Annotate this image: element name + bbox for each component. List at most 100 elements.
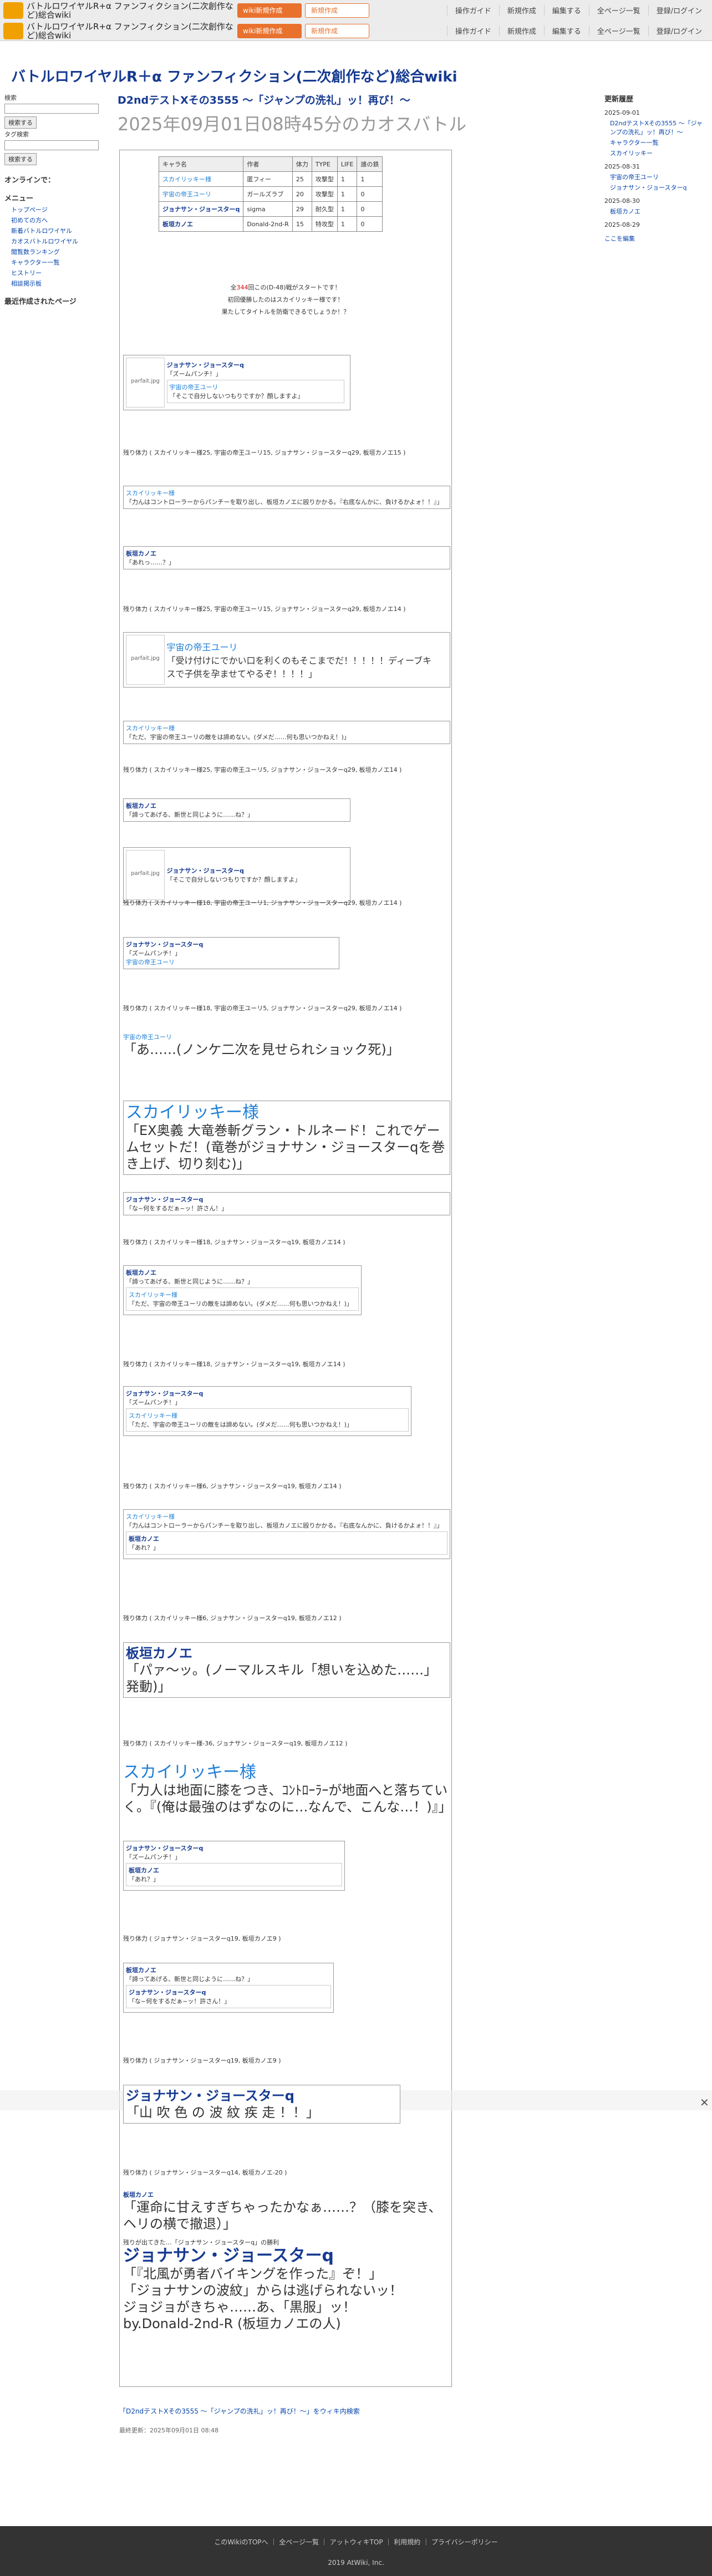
hp-line: 残り体力 ( スカイリッキー様18, ジョナサン・ジョースターq19, 板垣カノ… (123, 1239, 345, 1246)
menu-item[interactable]: 新着バトルロワイヤル (11, 226, 110, 235)
table-header: 作者 (243, 156, 293, 172)
hp-line: 残り体力 ( スカイリッキー様25, 宇宙の帝王ユーリ15, ジョナサン・ジョー… (123, 605, 406, 613)
table-cell: 1 (337, 171, 358, 187)
history-item[interactable]: スカイリッキー (610, 149, 704, 157)
table-cell: 攻撃型 (311, 171, 338, 187)
menu-item[interactable]: 相談掲示板 (11, 279, 110, 288)
site-footer: このWikiのTOPへ ｜ 全ページ一覧 ｜ アットウィキTOP ｜ 利用規約 … (0, 2526, 712, 2576)
history-item[interactable]: 宇宙の帝王ユーリ (610, 172, 704, 181)
table-cell: 攻撃型 (311, 186, 338, 202)
wiki-search-link[interactable]: 「D2ndテストXその3555 〜「ジャンプの洗礼」ッ！再び！〜」をウィキ内検索 (119, 2406, 360, 2416)
edit-link[interactable]: 編集する (543, 5, 589, 16)
death-quote: 「あ……(ノンケ二次を見せられショック死)」 (123, 1042, 400, 1057)
menu-heading: メニュー (4, 195, 34, 203)
menu-item[interactable]: 初めての方へ (11, 216, 110, 225)
table-cell[interactable]: 宇宙の帝王ユーリ (158, 186, 244, 202)
attack-box: 板垣カノエ 「あれっ……？」 (123, 546, 450, 569)
table-cell: 25 (292, 171, 312, 187)
all-pages-link[interactable]: 全ページ一覧 (588, 5, 648, 16)
table-row: スカイリッキー様 匿フィー 25 攻撃型 1 1 (158, 171, 383, 187)
search-button[interactable]: 検索する (4, 116, 37, 129)
table-header: TYPE (311, 156, 338, 172)
search-input[interactable] (4, 104, 99, 114)
tag-search-button[interactable]: 検索する (4, 153, 37, 165)
attack-box: parfait.jpg 宇宙の帝王ユーリ 「受け付けにでかい口を利くのもそこまで… (123, 632, 450, 688)
hp-line: 残り体力 ( ジョナサン・ジョースターq19, 板垣カノエ9 ) (123, 1935, 281, 1942)
last-updated: 最終更新：2025年09月01日 08:48 (119, 2427, 219, 2434)
menu-item[interactable]: ヒストリー (11, 268, 110, 277)
history-item[interactable]: ジョナサン・ジョースターq (610, 183, 704, 192)
wiki-logo-icon[interactable] (3, 2, 23, 19)
tag-search-input[interactable] (4, 140, 99, 150)
table-row: 板垣カノエ Donald-2nd-R 15 特攻型 1 0 (158, 216, 383, 232)
table-cell: 1 (357, 171, 383, 187)
history-item[interactable]: キャラクター一覧 (610, 138, 704, 147)
table-header: LIFE (337, 156, 358, 172)
menu-item[interactable]: 閲覧数ランキング (11, 247, 110, 256)
new-page-button[interactable]: 新規作成 (305, 3, 369, 18)
death-notice: 宇宙の帝王ユーリ 「あ……(ノンケ二次を見せられショック死)」 (123, 1032, 450, 1058)
edit-history-link[interactable]: ここを編集 (604, 234, 704, 243)
login-link[interactable]: 登録/ログイン (648, 5, 710, 16)
character-table: キャラ名 作者 体力 TYPE LIFE 誰の鉄 スカイリッキー様 匿フィー 2… (158, 156, 383, 232)
hp-line: 残り体力 ( スカイリッキー様18, 宇宙の帝王ユーリ1, ジョナサン・ジョース… (123, 899, 402, 907)
tag-search-label: タグ検索 (4, 131, 29, 138)
login-link-2[interactable]: 登録/ログイン (648, 26, 710, 36)
footer-link[interactable]: アットウィキTOP (330, 2538, 383, 2546)
main-header: D2ndテストXその3555 〜「ジャンプの洗礼」ッ！再び！〜 2025年09月… (118, 92, 594, 136)
attack-box: parfait.jpg ジョナサン・ジョースターq 「ズームパンチ！」 宇宙の帝… (123, 355, 350, 410)
attack-box: ジョナサン・ジョースターq 「な~何をするだぁ~ッ！許さん！」 (123, 1192, 450, 1215)
new-wiki-button[interactable]: wiki新規作成 (237, 3, 302, 18)
new-page-button-2[interactable]: 新規作成 (305, 23, 369, 38)
new-link-2[interactable]: 新規作成 (499, 26, 544, 36)
character-image: parfait.jpg (126, 850, 165, 900)
hp-line: 残り体力 ( ジョナサン・ジョースターq14, 板垣カノエ-20 ) (123, 2169, 287, 2176)
attack-box: 板垣カノエ 「パァ〜ッ。(ノーマルスキル「想いを込めた……」発動)」 (123, 1642, 450, 1698)
guide-link[interactable]: 操作ガイド (446, 5, 499, 16)
site-title[interactable]: バトルロワイヤルR＋α ファンフィクション(二次創作など)総合wiki (11, 65, 457, 86)
history-date: 2025-09-01 (604, 109, 640, 116)
close-icon[interactable]: ✕ (700, 2096, 709, 2109)
footer-link[interactable]: プライバシーポリシー (431, 2538, 498, 2546)
table-cell[interactable]: 板垣カノエ (158, 216, 244, 232)
intro-text: 全344回この(D-48)戦がスタートです！ 初回優勝したのはスカイリッキー様で… (119, 282, 452, 318)
history-item[interactable]: 板垣カノエ (610, 207, 704, 216)
history-list: 板垣カノエ (604, 207, 704, 216)
attack-box: ジョナサン・ジョースターq 「ズームパンチ！」 宇宙の帝王ユーリ (123, 937, 339, 969)
top-bar-row-2: バトルロワイヤルR+α ファンフィクション(二次創作など)総合wiki wiki… (0, 21, 712, 41)
hp-line: 残り体力 ( スカイリッキー様25, 宇宙の帝王ユーリ5, ジョナサン・ジョース… (123, 766, 402, 773)
table-cell[interactable]: ジョナサン・ジョースターq (158, 201, 244, 217)
table-cell: 0 (357, 201, 383, 217)
table-cell[interactable]: スカイリッキー様 (158, 171, 244, 187)
defeat-notice: スカイリッキー様 「力人は地面に膝をつき、ｺﾝﾄﾛｰﾗｰが地面へと落ちていく。『… (123, 1763, 452, 1815)
page-footer: 「D2ndテストXその3555 〜「ジャンプの洗礼」ッ！再び！〜」をウィキ内検索… (119, 2406, 360, 2435)
table-cell: 0 (357, 216, 383, 232)
top-bar-row-1: バトルロワイヤルR+α ファンフィクション(二次創作など)総合wiki wiki… (0, 0, 712, 21)
table-cell: 29 (292, 201, 312, 217)
hp-line: 残り体力 ( スカイリッキー様18, 宇宙の帝王ユーリ5, ジョナサン・ジョース… (123, 1005, 402, 1012)
wiki-logo-icon-2[interactable] (3, 22, 23, 39)
table-cell: 耐久型 (311, 201, 338, 217)
footer-link[interactable]: 全ページ一覧 (279, 2538, 319, 2546)
attacker-name: ジョナサン・ジョースターq (166, 362, 244, 369)
menu-item[interactable]: カオスバトルロワイヤル (11, 237, 110, 246)
new-wiki-button-2[interactable]: wiki新規作成 (237, 23, 302, 38)
all-pages-link-2[interactable]: 全ページ一覧 (588, 26, 648, 36)
hp-line: 残り体力 ( スカイリッキー様6, ジョナサン・ジョースターq19, 板垣カノエ… (123, 1483, 342, 1490)
wiki-title[interactable]: バトルロワイヤルR+α ファンフィクション(二次創作など)総合wiki (27, 2, 237, 19)
menu-item[interactable]: トップページ (11, 205, 110, 214)
history-item[interactable]: D2ndテストXその3555 〜「ジャンプの洗礼」ッ！再び！〜 (610, 119, 704, 136)
new-link[interactable]: 新規作成 (499, 5, 544, 16)
history-heading: 更新履歴 (604, 95, 634, 104)
edit-link-2[interactable]: 編集する (543, 26, 589, 36)
attack-box: ジョナサン・ジョースターq 「ズームパンチ！」 スカイリッキー様 「ただ、宇宙の帝… (123, 1386, 411, 1436)
attack-box: 板垣カノエ 「諦ってあげる、新世と同じように……ね？」 ジョナサン・ジョースター… (123, 1963, 334, 2013)
guide-link-2[interactable]: 操作ガイド (446, 26, 499, 36)
attack-box: スカイリッキー様 「力んはコントローラーからパンチーを取り出し、板垣カノエに殴り… (123, 1509, 450, 1559)
footer-link[interactable]: 利用規約 (394, 2538, 420, 2546)
table-header-row: キャラ名 作者 体力 TYPE LIFE 誰の鉄 (158, 156, 383, 172)
footer-link[interactable]: このWikiのTOPへ (214, 2538, 268, 2546)
attack-box: スカイリッキー様 「ただ、宇宙の帝王ユーリの敵をは諦めない。(ダメだ……何も思い… (123, 721, 450, 744)
wiki-title-2[interactable]: バトルロワイヤルR+α ファンフィクション(二次創作など)総合wiki (27, 22, 237, 40)
menu-item[interactable]: キャラクター一覧 (11, 258, 110, 267)
